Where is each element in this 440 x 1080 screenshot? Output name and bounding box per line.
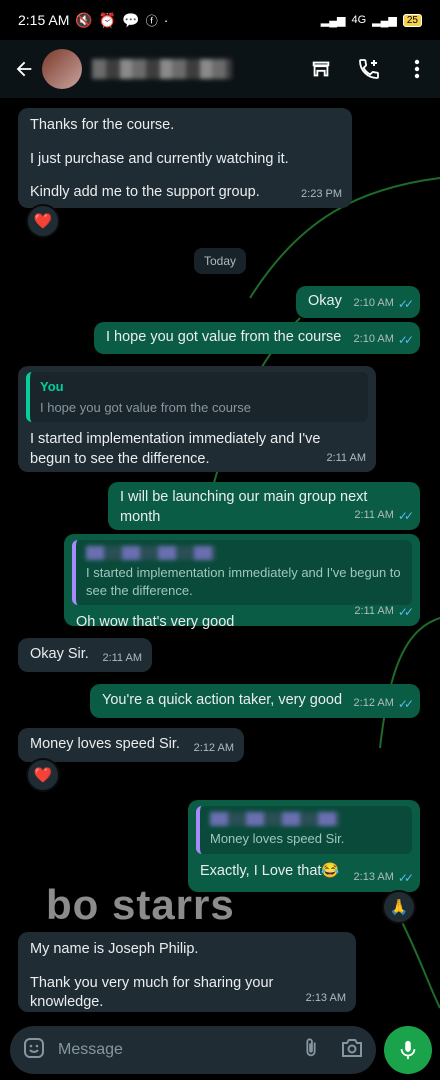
message-outgoing[interactable]: I will be launching our main group next … [108, 482, 420, 530]
mic-icon [400, 1040, 416, 1060]
reaction-heart[interactable]: ❤️ [26, 758, 60, 792]
facebook-icon: ⓕ [145, 13, 158, 28]
read-ticks-icon: ✓✓ [397, 332, 414, 347]
read-ticks-icon: ✓✓ [397, 508, 414, 523]
message-text: I will be launching our main group next … [120, 489, 368, 525]
read-ticks-icon: ✓✓ [397, 296, 414, 311]
message-time: 2:13 AM [305, 992, 346, 1005]
message-incoming[interactable]: You I hope you got value from the course… [18, 366, 376, 472]
message-text: My name is Joseph Philip. [30, 941, 199, 957]
message-outgoing[interactable]: You're a quick action taker, very good 2… [90, 684, 420, 718]
message-time: 2:23 PM [301, 188, 342, 201]
catalog-icon[interactable] [308, 56, 334, 82]
message-time: 2:13 AM [353, 871, 394, 884]
camera-icon[interactable] [340, 1037, 364, 1064]
quote-author-redacted [210, 812, 340, 826]
alarm-icon: ⏰ [98, 11, 117, 28]
reaction-pray[interactable]: 🙏 [382, 890, 416, 924]
message-time: 2:10 AM [353, 333, 394, 346]
chat-icon: 💬 [122, 11, 140, 28]
message-time: 2:11 AM [102, 652, 142, 665]
signal-icon: ▂▄▆ [320, 14, 346, 27]
message-time: 2:11 AM [326, 452, 366, 465]
message-text: I started implementation immediately and… [30, 431, 321, 467]
watermark-logo: bo starrs [46, 881, 235, 928]
contact-name[interactable] [92, 59, 232, 79]
message-text: Okay Sir. [30, 646, 89, 662]
read-ticks-icon: ✓✓ [397, 696, 414, 711]
reply-quote[interactable]: I started implementation immediately and… [72, 540, 412, 606]
message-text: I hope you got value from the course [106, 329, 342, 345]
message-composer[interactable]: Message [10, 1026, 376, 1074]
message-text: Kindly add me to the support group. [30, 184, 260, 201]
message-outgoing[interactable]: Money loves speed Sir. Exactly, I Love t… [188, 800, 420, 892]
quote-author-redacted [86, 546, 216, 560]
message-incoming[interactable]: Thanks for the course. I just purchase a… [18, 108, 352, 208]
message-time: 2:12 AM [193, 742, 234, 755]
message-incoming[interactable]: My name is Joseph Philip. Thank you very… [18, 932, 356, 1012]
avatar[interactable] [42, 49, 82, 89]
sticker-icon[interactable] [22, 1036, 46, 1065]
attach-icon[interactable] [300, 1036, 322, 1065]
message-time: 2:11 AM [354, 509, 394, 522]
read-ticks-icon: ✓✓ [397, 870, 414, 885]
signal-icon-2: ▂▄▆ [372, 14, 397, 27]
message-time: 2:12 AM [353, 697, 394, 710]
message-text: I just purchase and currently watching i… [30, 150, 289, 167]
battery-icon: 25 [402, 13, 422, 27]
status-time: 2:15 AM [18, 12, 70, 28]
quote-author: You [40, 379, 64, 394]
more-options-icon[interactable] [404, 56, 430, 82]
message-text: Okay [308, 293, 342, 309]
message-outgoing[interactable]: I started implementation immediately and… [64, 534, 420, 630]
network-label: 4G [351, 14, 367, 26]
quote-text: Money loves speed Sir. [210, 831, 345, 846]
message-time: 2:11 AM [354, 605, 394, 618]
chat-area[interactable]: Thanks for the course. I just purchase a… [0, 98, 440, 1020]
date-chip: Today [194, 248, 247, 274]
quote-text: I started implementation immediately and… [86, 565, 401, 598]
mic-button[interactable] [384, 1026, 432, 1074]
back-arrow-icon[interactable] [10, 55, 38, 83]
dot-icon: · [163, 12, 169, 28]
reply-quote[interactable]: Money loves speed Sir. [196, 806, 412, 854]
read-ticks-icon: ✓✓ [397, 604, 414, 619]
chat-header [0, 40, 440, 98]
message-outgoing[interactable]: I hope you got value from the course 2:1… [94, 322, 420, 354]
reaction-heart[interactable]: ❤️ [26, 204, 60, 238]
message-input[interactable]: Message [58, 1041, 300, 1059]
status-bar: 2:15 AM 🔇 ⏰ 💬 ⓕ · ▂▄▆ 4G ▂▄▆ 25 [0, 0, 440, 40]
message-incoming[interactable]: Money loves speed Sir. 2:12 AM [18, 728, 244, 762]
message-text: Money loves speed Sir. [30, 736, 180, 752]
mute-icon: 🔇 [75, 11, 93, 28]
reply-quote[interactable]: You I hope you got value from the course [26, 372, 368, 423]
message-incoming[interactable]: Okay Sir. 2:11 AM [18, 638, 152, 672]
message-time: 2:10 AM [353, 297, 394, 310]
message-text: Thanks for the course. [30, 117, 175, 133]
quote-text: I hope you got value from the course [40, 399, 252, 415]
message-outgoing[interactable]: Okay 2:10 AM ✓✓ [296, 286, 420, 318]
message-text: You're a quick action taker, very good [102, 692, 343, 708]
message-text: Thank you very much for sharing your kno… [30, 974, 274, 1011]
add-call-icon[interactable] [356, 56, 382, 82]
